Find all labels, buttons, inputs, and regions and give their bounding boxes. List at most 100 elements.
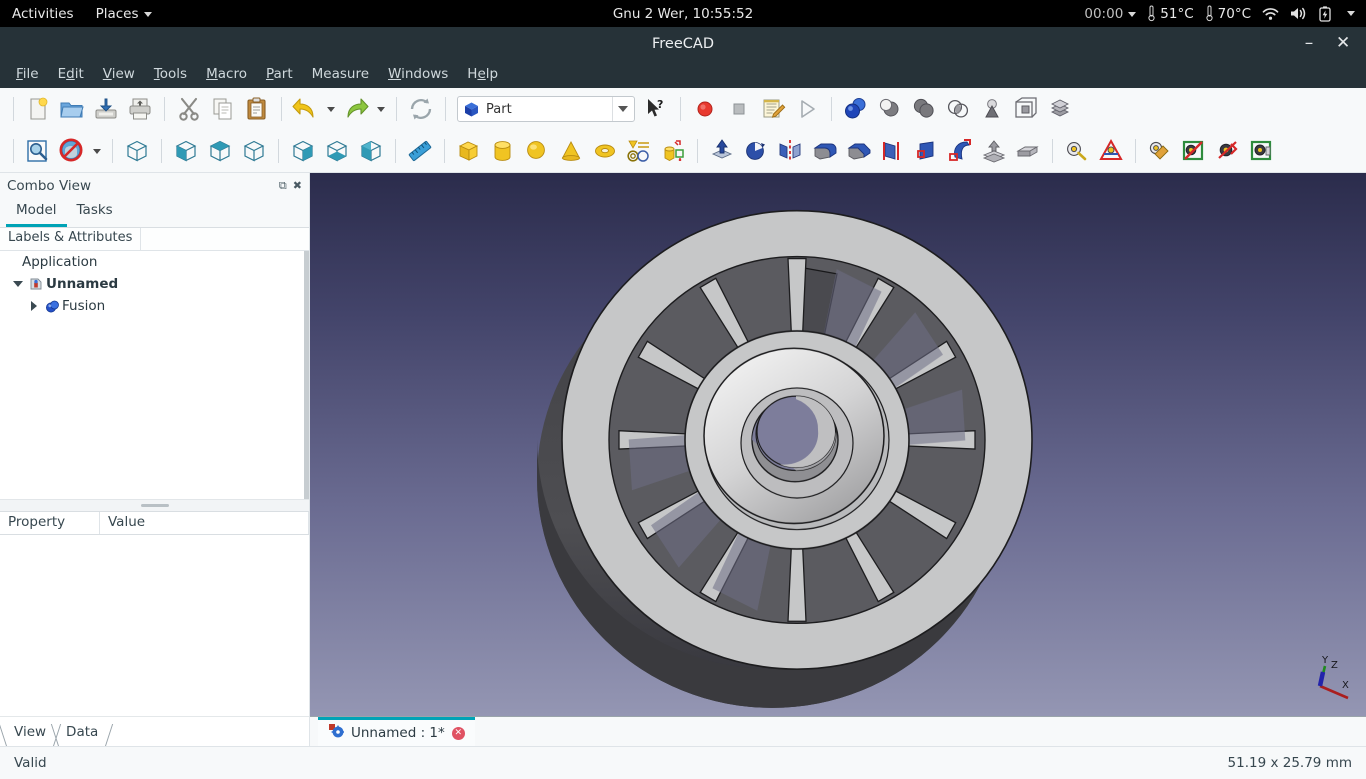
volume-icon[interactable] [1290, 6, 1308, 21]
ruled-surface-icon[interactable] [875, 134, 909, 168]
sphere-icon[interactable] [520, 134, 554, 168]
macro-stop-icon[interactable] [722, 92, 756, 126]
join-icon[interactable] [975, 92, 1009, 126]
whats-this-icon[interactable]: ? [639, 92, 673, 126]
workbench-chevron-down-icon[interactable] [612, 97, 632, 121]
undo-dropdown-icon[interactable] [323, 93, 339, 125]
workbench-selector[interactable]: Part [457, 96, 635, 122]
menu-measure[interactable]: Measure [304, 63, 377, 85]
compound-icon[interactable] [1009, 92, 1043, 126]
revolve-icon[interactable] [739, 134, 773, 168]
box-icon[interactable] [452, 134, 486, 168]
measure-angular-icon[interactable] [1094, 134, 1128, 168]
draw-style-icon[interactable] [55, 134, 89, 168]
print-icon[interactable] [123, 92, 157, 126]
fit-all-icon[interactable] [21, 134, 55, 168]
timer-menu[interactable]: 00:00 [1084, 6, 1137, 22]
places-menu[interactable]: Places [96, 6, 152, 22]
menu-macro[interactable]: Macro [198, 63, 255, 85]
save-icon[interactable] [89, 92, 123, 126]
cut-scissors-icon[interactable] [172, 92, 206, 126]
section-icon[interactable] [977, 134, 1011, 168]
float-panel-icon[interactable]: ⧉ [279, 179, 287, 193]
tree-item-fusion[interactable]: Fusion [0, 295, 309, 317]
common-icon[interactable] [941, 92, 975, 126]
torus-icon[interactable] [588, 134, 622, 168]
measure-linear-icon[interactable] [1060, 134, 1094, 168]
cone-icon[interactable] [554, 134, 588, 168]
redo-icon[interactable] [339, 92, 373, 126]
cylinder-icon[interactable] [486, 134, 520, 168]
activities-button[interactable]: Activities [12, 6, 74, 22]
close-panel-icon[interactable]: ✖ [293, 179, 302, 193]
right-view-icon[interactable] [237, 134, 271, 168]
document-tab-unnamed[interactable]: Unnamed : 1* ✕ [318, 717, 475, 746]
axonometric-icon[interactable] [120, 134, 154, 168]
bottom-view-icon[interactable] [320, 134, 354, 168]
fillet-icon[interactable] [807, 134, 841, 168]
paste-icon[interactable] [240, 92, 274, 126]
tree-header-labels[interactable]: Labels & Attributes [0, 228, 142, 250]
cut-solid-icon[interactable] [873, 92, 907, 126]
shape-builder-icon[interactable] [622, 134, 656, 168]
system-menu-chevron-down-icon[interactable] [1347, 11, 1355, 16]
property-column-header[interactable]: Property [0, 511, 100, 534]
measure-toggle-delta-icon[interactable] [1211, 134, 1245, 168]
tab-tasks[interactable]: Tasks [67, 199, 123, 227]
mirror-icon[interactable] [773, 134, 807, 168]
tab-data[interactable]: Data [56, 722, 108, 746]
property-editor[interactable] [0, 534, 309, 716]
top-view-icon[interactable] [203, 134, 237, 168]
copy-icon[interactable] [206, 92, 240, 126]
3d-viewport[interactable]: X Y Z [310, 173, 1366, 716]
open-folder-icon[interactable] [55, 92, 89, 126]
sweep-icon[interactable] [943, 134, 977, 168]
menu-part[interactable]: Part [258, 63, 301, 85]
minimize-button[interactable]: – [1302, 35, 1316, 52]
menu-tools[interactable]: Tools [146, 63, 195, 85]
macro-execute-icon[interactable] [790, 92, 824, 126]
wifi-icon[interactable] [1262, 7, 1279, 21]
extrude-icon[interactable] [705, 134, 739, 168]
close-icon[interactable]: ✕ [451, 726, 465, 740]
menu-view[interactable]: View [95, 63, 143, 85]
close-button[interactable]: ✕ [1336, 35, 1350, 52]
macro-edit-icon[interactable] [756, 92, 790, 126]
front-view-icon[interactable] [169, 134, 203, 168]
draw-style-dropdown-icon[interactable] [89, 135, 105, 167]
chevron-right-icon[interactable] [26, 301, 42, 311]
value-column-header[interactable]: Value [100, 511, 309, 534]
refresh-icon[interactable] [404, 92, 438, 126]
measure-toggle-all-icon[interactable] [1177, 134, 1211, 168]
measure-ruler-icon[interactable] [403, 134, 437, 168]
cross-sections-icon[interactable] [1011, 134, 1045, 168]
menu-help[interactable]: Help [459, 63, 506, 85]
left-view-icon[interactable] [354, 134, 388, 168]
undo-icon[interactable] [289, 92, 323, 126]
measure-refresh-icon[interactable] [1143, 134, 1177, 168]
menu-edit[interactable]: Edit [50, 63, 92, 85]
tree-item-unnamed[interactable]: Unnamed [0, 273, 309, 295]
tab-model[interactable]: Model [6, 199, 67, 227]
rear-view-icon[interactable] [286, 134, 320, 168]
model-tree[interactable]: Application Unnamed Fusion [0, 251, 309, 499]
menu-file[interactable]: File [8, 63, 47, 85]
redo-dropdown-icon[interactable] [373, 93, 389, 125]
chevron-down-icon[interactable] [10, 281, 26, 287]
primitives-dialog-icon[interactable] [656, 134, 690, 168]
compound-filter-icon[interactable] [1043, 92, 1077, 126]
battery-icon[interactable] [1319, 5, 1331, 22]
new-document-icon[interactable] [21, 92, 55, 126]
boolean-icon[interactable] [839, 92, 873, 126]
menu-windows[interactable]: Windows [380, 63, 456, 85]
tree-item-application[interactable]: Application [0, 251, 309, 273]
tab-view[interactable]: View [4, 722, 56, 746]
loft-icon[interactable] [909, 134, 943, 168]
measure-clear-all-icon[interactable] [1245, 134, 1279, 168]
union-icon[interactable] [907, 92, 941, 126]
macro-record-icon[interactable] [688, 92, 722, 126]
clock[interactable]: Gnu 2 Wer, 10:55:52 [613, 6, 753, 22]
tree-scrollbar[interactable] [304, 251, 309, 499]
chamfer-icon[interactable] [841, 134, 875, 168]
panel-splitter[interactable] [0, 498, 309, 511]
